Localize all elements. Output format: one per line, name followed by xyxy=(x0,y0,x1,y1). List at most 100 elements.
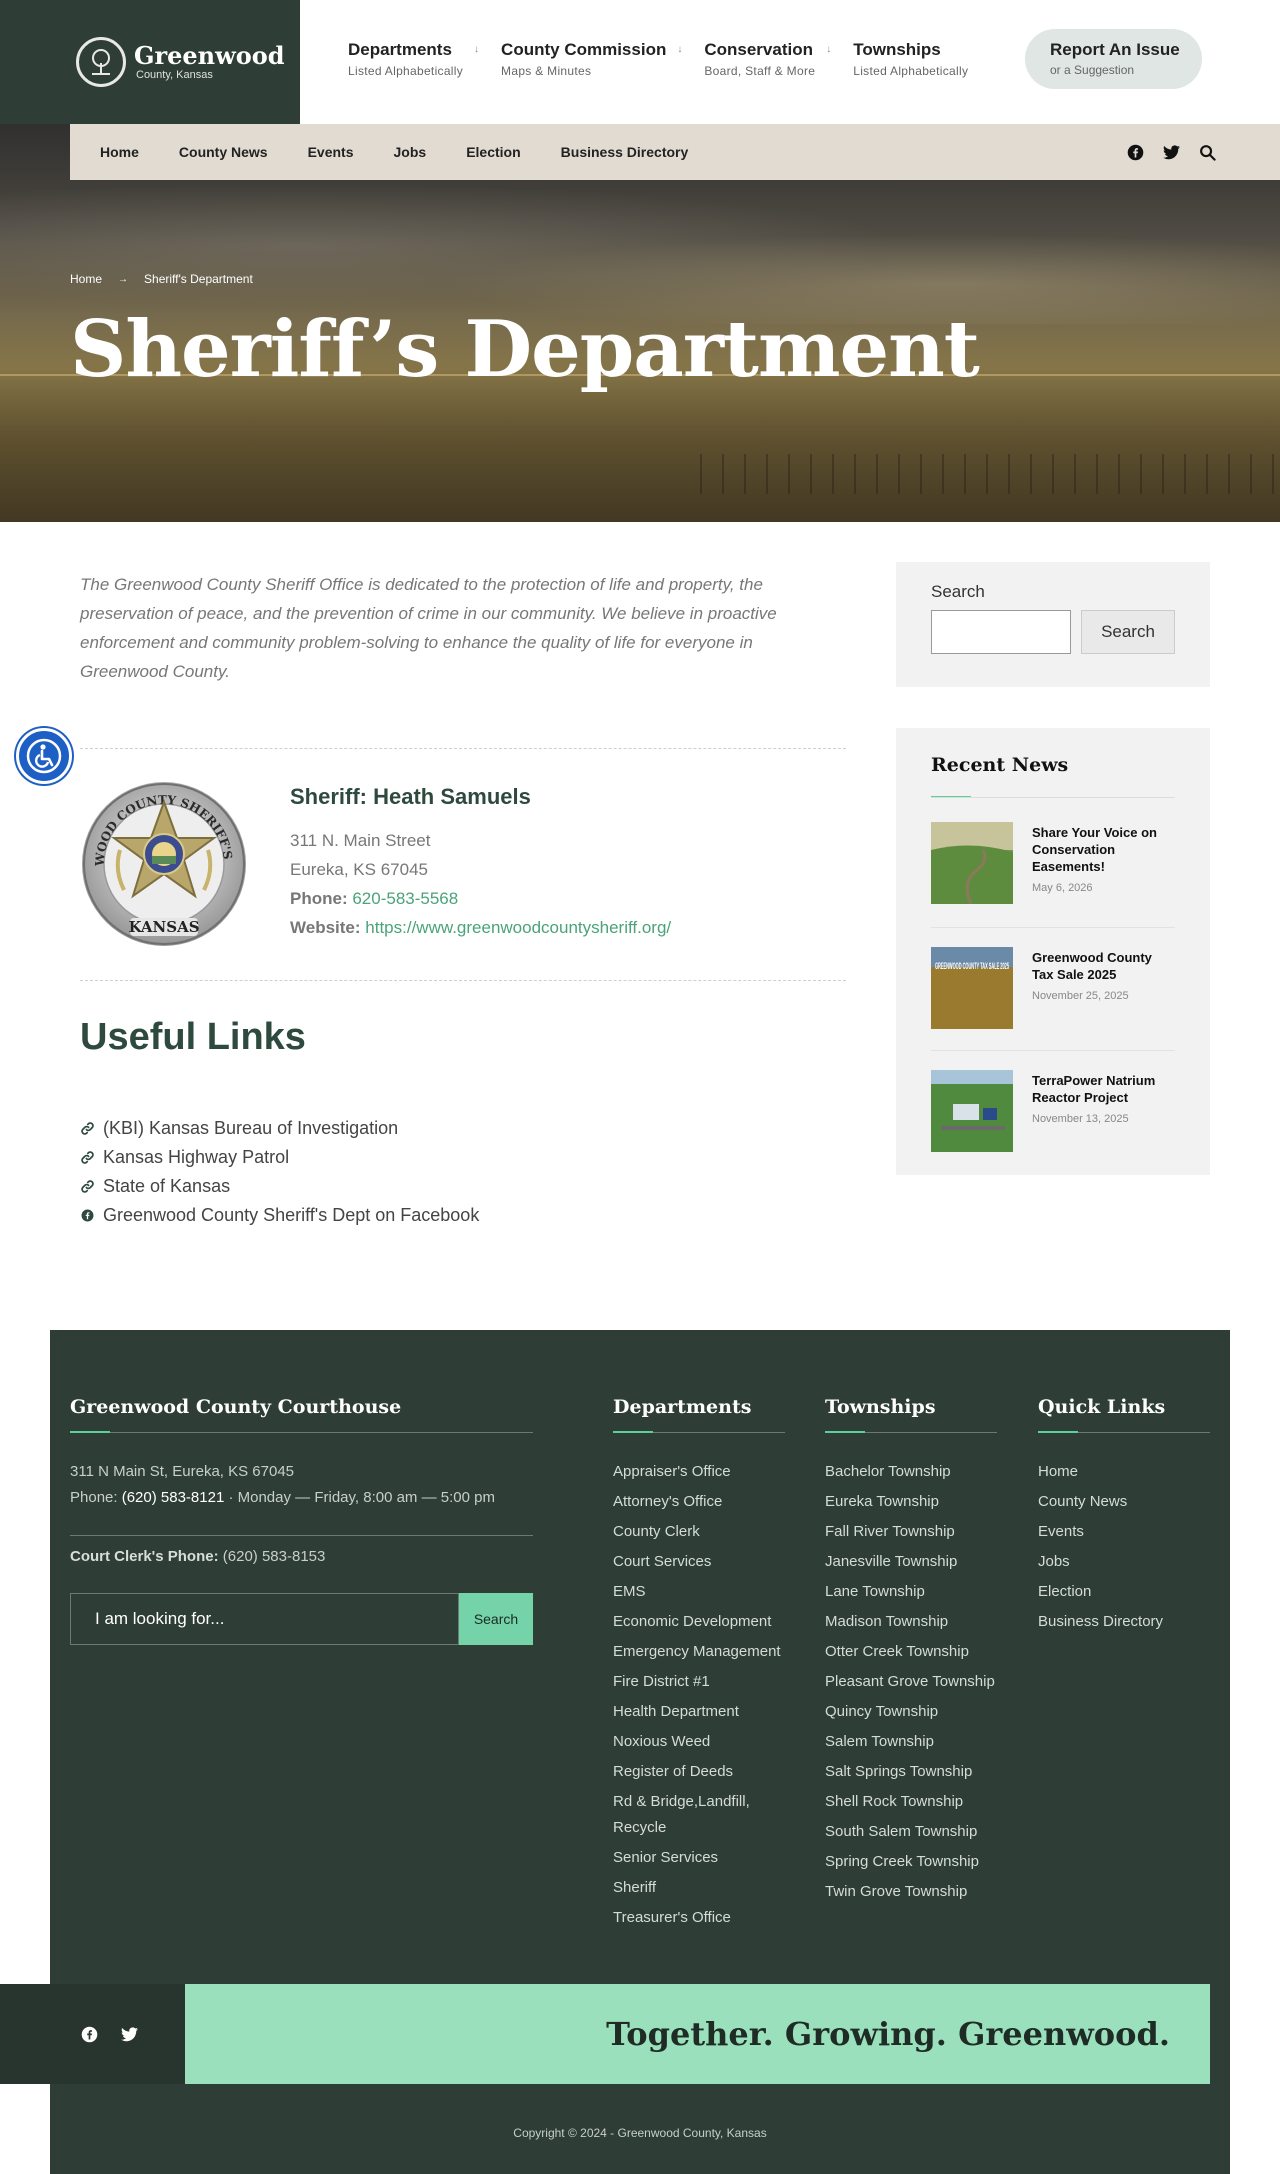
footer-link[interactable]: Otter Creek Township xyxy=(825,1639,997,1665)
footer-link[interactable]: Court Services xyxy=(613,1549,785,1575)
news-thumbnail-tax-sale: GREENWOOD COUNTY TAX SALE 2025 xyxy=(931,947,1013,1029)
footer-departments-column: Departments Appraiser's Office Attorney'… xyxy=(613,1396,785,1935)
main-nav-county-commission[interactable]: County Commission Maps & Minutes ↓ xyxy=(501,40,682,78)
useful-link-sheriff-facebook[interactable]: Greenwood County Sheriff's Dept on Faceb… xyxy=(80,1201,479,1230)
footer-link[interactable]: EMS xyxy=(613,1579,785,1605)
section-divider xyxy=(80,748,846,749)
footer-link[interactable]: Health Department xyxy=(613,1699,785,1725)
sheriff-badge-image: GREENWOOD COUNTY SHERIFF'S OFFICE KANSAS xyxy=(75,769,248,948)
footer-link[interactable]: Quincy Township xyxy=(825,1699,997,1725)
footer-search-button[interactable]: Search xyxy=(459,1593,533,1645)
page-title: Sheriff’s Department xyxy=(70,304,980,395)
arrow-right-icon: → xyxy=(118,273,129,285)
footer-link[interactable]: Madison Township xyxy=(825,1609,997,1635)
footer-quick-links-title: Quick Links xyxy=(1038,1396,1166,1418)
logo-subtitle: County, Kansas xyxy=(136,69,213,81)
footer-link[interactable]: Emergency Management xyxy=(613,1639,785,1665)
footer-link[interactable]: Shell Rock Township xyxy=(825,1789,997,1815)
sheriff-website-link[interactable]: https://www.greenwoodcountysheriff.org/ xyxy=(365,918,671,937)
footer-link[interactable]: Attorney's Office xyxy=(613,1489,785,1515)
breadcrumb-home[interactable]: Home xyxy=(70,272,102,286)
footer-link[interactable]: County News xyxy=(1038,1489,1210,1515)
twitter-icon[interactable] xyxy=(120,2025,138,2043)
site-logo[interactable]: Greenwood County, Kansas xyxy=(0,0,300,124)
news-title: Share Your Voice on Conservation Easemen… xyxy=(1032,825,1157,874)
footer-link[interactable]: Sheriff xyxy=(613,1875,785,1901)
footer-link[interactable]: Noxious Weed xyxy=(613,1729,785,1755)
link-icon xyxy=(80,1122,94,1135)
report-issue-button[interactable]: Report An Issue or a Suggestion xyxy=(1025,29,1202,89)
footer-link[interactable]: County Clerk xyxy=(613,1519,785,1545)
footer-link[interactable]: Fall River Township xyxy=(825,1519,997,1545)
news-item[interactable]: GREENWOOD COUNTY TAX SALE 2025 Greenwood… xyxy=(931,947,1175,1029)
footer-townships-column: Townships Bachelor Township Eureka Towns… xyxy=(825,1396,997,1909)
badge-text-bottom: KANSAS xyxy=(128,918,199,936)
footer-link[interactable]: Lane Township xyxy=(825,1579,997,1605)
footer-link[interactable]: Treasurer's Office xyxy=(613,1905,785,1931)
footer-clerk-phone: Court Clerk's Phone: (620) 583-8153 xyxy=(70,1548,326,1565)
search-input[interactable] xyxy=(931,610,1071,654)
sheriff-contact: 311 N. Main Street Eureka, KS 67045 Phon… xyxy=(290,826,671,942)
accessibility-icon[interactable] xyxy=(16,728,72,784)
search-button[interactable]: Search xyxy=(1081,610,1175,654)
footer-link[interactable]: Rd & Bridge,Landfill, Recycle xyxy=(613,1789,785,1841)
news-thumbnail-landscape xyxy=(931,822,1013,905)
news-date: November 13, 2025 xyxy=(1032,1113,1129,1125)
footer-link[interactable]: Home xyxy=(1038,1459,1210,1485)
search-icon[interactable] xyxy=(1198,143,1216,161)
footer-phone[interactable]: (620) 583-8121 xyxy=(122,1489,225,1506)
useful-link-highway-patrol[interactable]: Kansas Highway Patrol xyxy=(80,1143,479,1172)
sheriff-phone-link[interactable]: 620-583-5568 xyxy=(352,889,458,908)
footer-link[interactable]: South Salem Township xyxy=(825,1819,997,1845)
footer-link[interactable]: Janesville Township xyxy=(825,1549,997,1575)
footer-link[interactable]: Spring Creek Township xyxy=(825,1849,997,1875)
main-nav-departments[interactable]: Departments Listed Alphabetically ↓ xyxy=(348,40,479,78)
subnav-business-directory[interactable]: Business Directory xyxy=(561,144,689,160)
main-nav-townships[interactable]: Townships Listed Alphabetically xyxy=(853,40,968,78)
subnav-home[interactable]: Home xyxy=(100,144,139,160)
footer-link[interactable]: Twin Grove Township xyxy=(825,1879,997,1905)
useful-link-state-of-kansas[interactable]: State of Kansas xyxy=(80,1172,479,1201)
news-item[interactable]: Share Your Voice on Conservation Easemen… xyxy=(931,822,1175,905)
footer-link[interactable]: Bachelor Township xyxy=(825,1459,997,1485)
footer-link[interactable]: Election xyxy=(1038,1579,1210,1605)
facebook-icon[interactable] xyxy=(80,2025,98,2043)
subnav-county-news[interactable]: County News xyxy=(179,144,268,160)
footer-departments-title: Departments xyxy=(613,1396,752,1418)
footer-link[interactable]: Jobs xyxy=(1038,1549,1210,1575)
footer-search-input[interactable]: I am looking for... xyxy=(70,1593,459,1645)
link-icon xyxy=(80,1180,94,1193)
sheriff-name: Sheriff: Heath Samuels xyxy=(290,784,531,809)
subnav-election[interactable]: Election xyxy=(466,144,520,160)
footer-link[interactable]: Senior Services xyxy=(613,1845,785,1871)
facebook-icon[interactable] xyxy=(1126,143,1144,161)
news-item[interactable]: TerraPower Natrium Reactor Project Novem… xyxy=(931,1070,1175,1152)
footer-courthouse-title: Greenwood County Courthouse xyxy=(70,1396,402,1418)
news-title: TerraPower Natrium Reactor Project xyxy=(1032,1073,1156,1105)
twitter-icon[interactable] xyxy=(1162,143,1180,161)
breadcrumb: Home → Sheriff's Department xyxy=(70,272,253,286)
footer-link[interactable]: Eureka Township xyxy=(825,1489,997,1515)
footer-quick-links-column: Quick Links Home County News Events Jobs… xyxy=(1038,1396,1210,1639)
subnav-events[interactable]: Events xyxy=(308,144,354,160)
footer-link[interactable]: Appraiser's Office xyxy=(613,1459,785,1485)
useful-links-list: (KBI) Kansas Bureau of Investigation Kan… xyxy=(80,1114,479,1230)
footer-link[interactable]: Fire District #1 xyxy=(613,1669,785,1695)
subnav-jobs[interactable]: Jobs xyxy=(394,144,427,160)
footer-link[interactable]: Economic Development xyxy=(613,1609,785,1635)
site-header: Greenwood County, Kansas Departments Lis… xyxy=(0,0,1280,124)
main-nav: Departments Listed Alphabetically ↓ Coun… xyxy=(348,40,1006,78)
footer-link[interactable]: Salt Springs Township xyxy=(825,1759,997,1785)
footer-link[interactable]: Events xyxy=(1038,1519,1210,1545)
footer-link[interactable]: Register of Deeds xyxy=(613,1759,785,1785)
arrow-down-icon: ↓ xyxy=(677,44,683,55)
search-label: Search xyxy=(931,582,985,601)
footer-link[interactable]: Business Directory xyxy=(1038,1609,1210,1635)
footer-link[interactable]: Pleasant Grove Township xyxy=(825,1669,997,1695)
sheriff-address-line1: 311 N. Main Street xyxy=(290,831,431,850)
main-nav-conservation[interactable]: Conservation Board, Staff & More ↓ xyxy=(704,40,831,78)
sheriff-address-line2: Eureka, KS 67045 xyxy=(290,860,428,879)
useful-link-kbi[interactable]: (KBI) Kansas Bureau of Investigation xyxy=(80,1114,479,1143)
footer-link[interactable]: Salem Township xyxy=(825,1729,997,1755)
logo-name: Greenwood xyxy=(134,41,285,70)
